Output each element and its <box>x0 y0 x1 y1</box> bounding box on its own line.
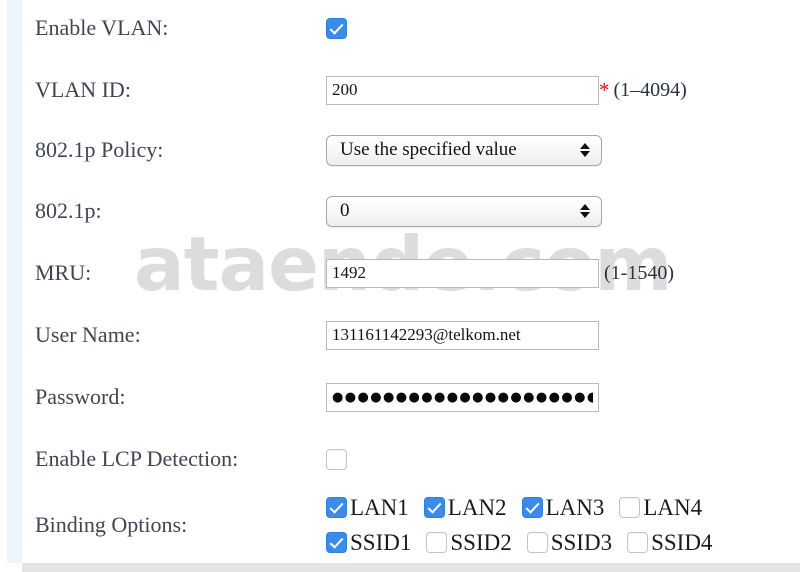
row-enable-lcp-detection: Enable LCP Detection: <box>0 444 800 474</box>
left-edge-tint <box>7 0 22 572</box>
enable-lcp-detection-checkbox[interactable] <box>326 448 347 470</box>
dot1p-selected-value: 0 <box>340 200 350 221</box>
row-mru: MRU: (1-1540) <box>0 257 800 289</box>
mru-range-hint: (1-1540) <box>604 262 674 284</box>
ssid4-checkbox[interactable] <box>627 532 649 553</box>
label-dot1p-policy: 802.1p Policy: <box>35 137 164 162</box>
dot1p-select[interactable]: 0 <box>326 195 602 227</box>
ssid4-label: SSID4 <box>651 529 713 555</box>
bottom-bar-left-cap <box>0 563 22 572</box>
label-binding-options: Binding Options: <box>35 512 188 537</box>
settings-page: ataende.com Enable VLAN: VLAN ID: * (1–4… <box>0 0 800 572</box>
control-user-name <box>326 320 800 350</box>
row-dot1p: 802.1p: 0 <box>0 195 800 227</box>
lan4-label: LAN4 <box>643 494 703 520</box>
bottom-bar <box>22 563 800 572</box>
password-masked-value: ●●●●●●●●●●●●●●●●●●●●●●●●●●●●●●●●●●●●●●●● <box>332 389 593 405</box>
control-dot1p: 0 <box>326 195 800 227</box>
lan1-label: LAN1 <box>350 494 409 520</box>
ssid3-checkbox[interactable] <box>526 532 548 553</box>
ssid1-checkbox[interactable] <box>326 532 347 553</box>
binding-options-group: LAN1 LAN2 LAN3 LAN4 SSID1 SSID2 SSID3 SS… <box>326 495 712 556</box>
binding-option-ssid2[interactable]: SSID2 <box>426 529 512 556</box>
row-password: Password: ●●●●●●●●●●●●●●●●●●●●●●●●●●●●●●… <box>0 381 800 413</box>
control-mru: (1-1540) <box>326 258 800 288</box>
mru-input[interactable] <box>326 258 599 288</box>
lan1-checkbox[interactable] <box>326 497 347 518</box>
row-enable-vlan: Enable VLAN: <box>0 13 800 43</box>
label-vlan-id: VLAN ID: <box>35 77 131 102</box>
ssid3-label: SSID3 <box>550 529 613 555</box>
binding-option-lan3[interactable]: LAN3 <box>521 494 605 521</box>
vlan-id-range-hint: (1–4094) <box>613 79 687 101</box>
control-dot1p-policy: Use the specified value <box>326 134 800 166</box>
lan3-checkbox[interactable] <box>521 497 543 518</box>
ssid2-checkbox[interactable] <box>426 532 448 553</box>
lan3-label: LAN3 <box>545 494 605 520</box>
row-binding-options: Binding Options: LAN1 LAN2 LAN3 LAN4 SSI… <box>0 491 800 559</box>
control-enable-vlan <box>326 17 800 39</box>
binding-option-lan4[interactable]: LAN4 <box>619 495 702 521</box>
dot1p-policy-selected-value: Use the specified value <box>340 139 517 160</box>
dot1p-policy-select[interactable]: Use the specified value <box>326 134 602 166</box>
lan2-label: LAN2 <box>447 494 507 520</box>
row-vlan-id: VLAN ID: * (1–4094) <box>0 74 800 106</box>
label-enable-vlan: Enable VLAN: <box>35 15 169 40</box>
control-binding-options: LAN1 LAN2 LAN3 LAN4 SSID1 SSID2 SSID3 SS… <box>326 495 800 556</box>
binding-options-lan-line: LAN1 LAN2 LAN3 LAN4 <box>326 495 712 521</box>
vlan-id-input[interactable] <box>326 75 599 105</box>
row-user-name: User Name: <box>0 319 800 351</box>
ssid2-label: SSID2 <box>450 529 512 555</box>
binding-option-lan1[interactable]: LAN1 <box>326 495 409 521</box>
password-input[interactable]: ●●●●●●●●●●●●●●●●●●●●●●●●●●●●●●●●●●●●●●●● <box>326 382 599 412</box>
binding-option-ssid3[interactable]: SSID3 <box>526 529 613 556</box>
user-name-input[interactable] <box>326 320 599 350</box>
left-edge-white <box>0 0 7 572</box>
binding-option-ssid4[interactable]: SSID4 <box>627 530 712 556</box>
binding-options-ssid-line: SSID1 SSID2 SSID3 SSID4 <box>326 530 712 556</box>
label-dot1p: 802.1p: <box>35 198 102 223</box>
binding-option-lan2[interactable]: LAN2 <box>423 494 507 521</box>
vlan-pppoe-form: Enable VLAN: VLAN ID: * (1–4094) 802.1p … <box>0 0 800 572</box>
ssid1-label: SSID1 <box>350 529 412 555</box>
enable-vlan-checkbox[interactable] <box>326 17 347 39</box>
label-enable-lcp-detection: Enable LCP Detection: <box>35 446 239 471</box>
lan2-checkbox[interactable] <box>423 497 445 518</box>
chevron-updown-icon <box>580 143 590 157</box>
control-enable-lcp-detection <box>326 448 800 470</box>
label-user-name: User Name: <box>35 322 141 347</box>
vlan-id-required-marker: * <box>599 78 610 102</box>
control-vlan-id: * (1–4094) <box>326 75 800 105</box>
chevron-updown-icon <box>580 204 590 218</box>
row-dot1p-policy: 802.1p Policy: Use the specified value <box>0 134 800 166</box>
control-password: ●●●●●●●●●●●●●●●●●●●●●●●●●●●●●●●●●●●●●●●● <box>326 382 800 412</box>
binding-option-ssid1[interactable]: SSID1 <box>326 530 411 556</box>
label-password: Password: <box>35 384 126 409</box>
label-mru: MRU: <box>35 260 92 285</box>
lan4-checkbox[interactable] <box>619 497 641 518</box>
